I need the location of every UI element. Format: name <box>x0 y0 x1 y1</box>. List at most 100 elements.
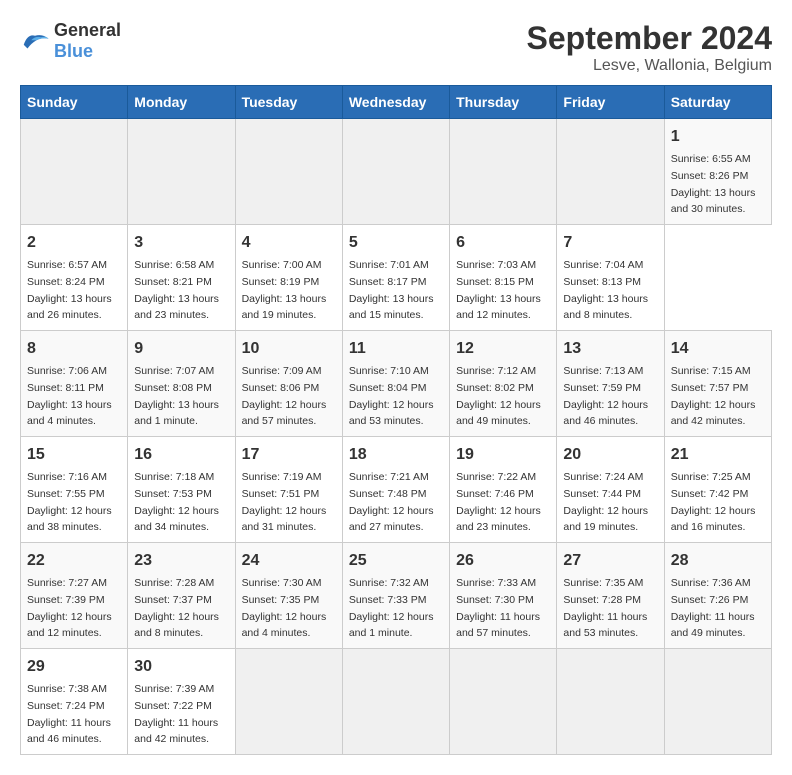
day-info: Sunrise: 7:19 AMSunset: 7:51 PMDaylight:… <box>242 471 327 533</box>
calendar-cell: 24 Sunrise: 7:30 AMSunset: 7:35 PMDayligh… <box>235 543 342 649</box>
day-number: 7 <box>563 231 657 255</box>
day-info: Sunrise: 7:10 AMSunset: 8:04 PMDaylight:… <box>349 365 434 427</box>
day-number: 27 <box>563 549 657 573</box>
calendar-week-row: 1Sunrise: 6:55 AMSunset: 8:26 PMDaylight… <box>21 119 772 225</box>
calendar-cell: 8 Sunrise: 7:06 AMSunset: 8:11 PMDaylight… <box>21 331 128 437</box>
day-number: 6 <box>456 231 550 255</box>
day-info: Sunrise: 6:55 AMSunset: 8:26 PMDaylight:… <box>671 153 756 215</box>
day-number: 21 <box>671 443 765 467</box>
day-info: Sunrise: 7:22 AMSunset: 7:46 PMDaylight:… <box>456 471 541 533</box>
day-number: 20 <box>563 443 657 467</box>
day-info: Sunrise: 7:04 AMSunset: 8:13 PMDaylight:… <box>563 259 648 321</box>
calendar-cell <box>557 119 664 225</box>
calendar-cell: 5 Sunrise: 7:01 AMSunset: 8:17 PMDaylight… <box>342 225 449 331</box>
day-info: Sunrise: 7:03 AMSunset: 8:15 PMDaylight:… <box>456 259 541 321</box>
day-info: Sunrise: 7:06 AMSunset: 8:11 PMDaylight:… <box>27 365 112 427</box>
day-info: Sunrise: 7:25 AMSunset: 7:42 PMDaylight:… <box>671 471 756 533</box>
day-info: Sunrise: 7:35 AMSunset: 7:28 PMDaylight:… <box>563 577 647 639</box>
day-info: Sunrise: 7:36 AMSunset: 7:26 PMDaylight:… <box>671 577 755 639</box>
calendar-cell: 15 Sunrise: 7:16 AMSunset: 7:55 PMDayligh… <box>21 437 128 543</box>
day-info: Sunrise: 7:30 AMSunset: 7:35 PMDaylight:… <box>242 577 327 639</box>
calendar-cell: 9Sunrise: 7:07 AMSunset: 8:08 PMDaylight… <box>128 331 235 437</box>
day-info: Sunrise: 6:58 AMSunset: 8:21 PMDaylight:… <box>134 259 219 321</box>
calendar-cell <box>450 649 557 755</box>
calendar-cell: 4 Sunrise: 7:00 AMSunset: 8:19 PMDaylight… <box>235 225 342 331</box>
day-number: 4 <box>242 231 336 255</box>
calendar-cell: 16Sunrise: 7:18 AMSunset: 7:53 PMDayligh… <box>128 437 235 543</box>
day-number: 11 <box>349 337 443 361</box>
calendar-subtitle: Lesve, Wallonia, Belgium <box>527 57 772 75</box>
calendar-week-row: 15 Sunrise: 7:16 AMSunset: 7:55 PMDayligh… <box>21 437 772 543</box>
calendar-cell: 11 Sunrise: 7:10 AMSunset: 8:04 PMDayligh… <box>342 331 449 437</box>
day-info: Sunrise: 7:01 AMSunset: 8:17 PMDaylight:… <box>349 259 434 321</box>
calendar-cell: 25Sunrise: 7:32 AMSunset: 7:33 PMDayligh… <box>342 543 449 649</box>
calendar-cell: 27 Sunrise: 7:35 AMSunset: 7:28 PMDayligh… <box>557 543 664 649</box>
header-saturday: Saturday <box>664 86 771 119</box>
calendar-week-row: 2Sunrise: 6:57 AMSunset: 8:24 PMDaylight… <box>21 225 772 331</box>
calendar-week-row: 8 Sunrise: 7:06 AMSunset: 8:11 PMDaylight… <box>21 331 772 437</box>
day-info: Sunrise: 7:07 AMSunset: 8:08 PMDaylight:… <box>134 365 219 427</box>
day-number: 24 <box>242 549 336 573</box>
calendar-week-row: 22Sunrise: 7:27 AMSunset: 7:39 PMDayligh… <box>21 543 772 649</box>
day-number: 30 <box>134 655 228 679</box>
day-number: 29 <box>27 655 121 679</box>
calendar-cell: 18Sunrise: 7:21 AMSunset: 7:48 PMDayligh… <box>342 437 449 543</box>
day-info: Sunrise: 7:33 AMSunset: 7:30 PMDaylight:… <box>456 577 540 639</box>
calendar-cell: 10 Sunrise: 7:09 AMSunset: 8:06 PMDayligh… <box>235 331 342 437</box>
calendar-cell <box>342 649 449 755</box>
header-tuesday: Tuesday <box>235 86 342 119</box>
day-info: Sunrise: 7:12 AMSunset: 8:02 PMDaylight:… <box>456 365 541 427</box>
calendar-cell: 17 Sunrise: 7:19 AMSunset: 7:51 PMDayligh… <box>235 437 342 543</box>
day-info: Sunrise: 7:38 AMSunset: 7:24 PMDaylight:… <box>27 683 111 745</box>
day-info: Sunrise: 7:09 AMSunset: 8:06 PMDaylight:… <box>242 365 327 427</box>
logo-icon <box>20 29 50 53</box>
calendar-cell: 1Sunrise: 6:55 AMSunset: 8:26 PMDaylight… <box>664 119 771 225</box>
day-info: Sunrise: 7:18 AMSunset: 7:53 PMDaylight:… <box>134 471 219 533</box>
calendar-cell <box>450 119 557 225</box>
calendar-cell: 22Sunrise: 7:27 AMSunset: 7:39 PMDayligh… <box>21 543 128 649</box>
calendar-cell <box>21 119 128 225</box>
day-info: Sunrise: 7:21 AMSunset: 7:48 PMDaylight:… <box>349 471 434 533</box>
calendar-cell: 30Sunrise: 7:39 AMSunset: 7:22 PMDayligh… <box>128 649 235 755</box>
day-info: Sunrise: 7:00 AMSunset: 8:19 PMDaylight:… <box>242 259 327 321</box>
title-block: September 2024 Lesve, Wallonia, Belgium <box>527 20 772 75</box>
day-number: 17 <box>242 443 336 467</box>
day-info: Sunrise: 7:32 AMSunset: 7:33 PMDaylight:… <box>349 577 434 639</box>
day-number: 23 <box>134 549 228 573</box>
page-header: GeneralBlue September 2024 Lesve, Wallon… <box>20 20 772 75</box>
calendar-table: SundayMondayTuesdayWednesdayThursdayFrid… <box>20 85 772 755</box>
calendar-cell: 2Sunrise: 6:57 AMSunset: 8:24 PMDaylight… <box>21 225 128 331</box>
day-number: 13 <box>563 337 657 361</box>
header-thursday: Thursday <box>450 86 557 119</box>
calendar-cell: 14 Sunrise: 7:15 AMSunset: 7:57 PMDayligh… <box>664 331 771 437</box>
day-number: 10 <box>242 337 336 361</box>
day-number: 14 <box>671 337 765 361</box>
logo: GeneralBlue <box>20 20 121 62</box>
day-number: 5 <box>349 231 443 255</box>
calendar-cell <box>128 119 235 225</box>
calendar-cell: 20Sunrise: 7:24 AMSunset: 7:44 PMDayligh… <box>557 437 664 543</box>
calendar-cell <box>557 649 664 755</box>
day-number: 26 <box>456 549 550 573</box>
day-info: Sunrise: 7:15 AMSunset: 7:57 PMDaylight:… <box>671 365 756 427</box>
calendar-title: September 2024 <box>527 20 772 57</box>
day-number: 8 <box>27 337 121 361</box>
header-wednesday: Wednesday <box>342 86 449 119</box>
day-number: 28 <box>671 549 765 573</box>
day-info: Sunrise: 6:57 AMSunset: 8:24 PMDaylight:… <box>27 259 112 321</box>
calendar-cell: 26 Sunrise: 7:33 AMSunset: 7:30 PMDayligh… <box>450 543 557 649</box>
calendar-cell <box>235 649 342 755</box>
calendar-cell: 13Sunrise: 7:13 AMSunset: 7:59 PMDayligh… <box>557 331 664 437</box>
calendar-cell: 3 Sunrise: 6:58 AMSunset: 8:21 PMDaylight… <box>128 225 235 331</box>
day-number: 15 <box>27 443 121 467</box>
calendar-cell: 23 Sunrise: 7:28 AMSunset: 7:37 PMDayligh… <box>128 543 235 649</box>
logo-text: GeneralBlue <box>54 20 121 62</box>
day-info: Sunrise: 7:16 AMSunset: 7:55 PMDaylight:… <box>27 471 112 533</box>
day-number: 3 <box>134 231 228 255</box>
header-sunday: Sunday <box>21 86 128 119</box>
calendar-cell: 12Sunrise: 7:12 AMSunset: 8:02 PMDayligh… <box>450 331 557 437</box>
calendar-cell <box>664 649 771 755</box>
calendar-cell <box>235 119 342 225</box>
day-info: Sunrise: 7:28 AMSunset: 7:37 PMDaylight:… <box>134 577 219 639</box>
day-number: 19 <box>456 443 550 467</box>
